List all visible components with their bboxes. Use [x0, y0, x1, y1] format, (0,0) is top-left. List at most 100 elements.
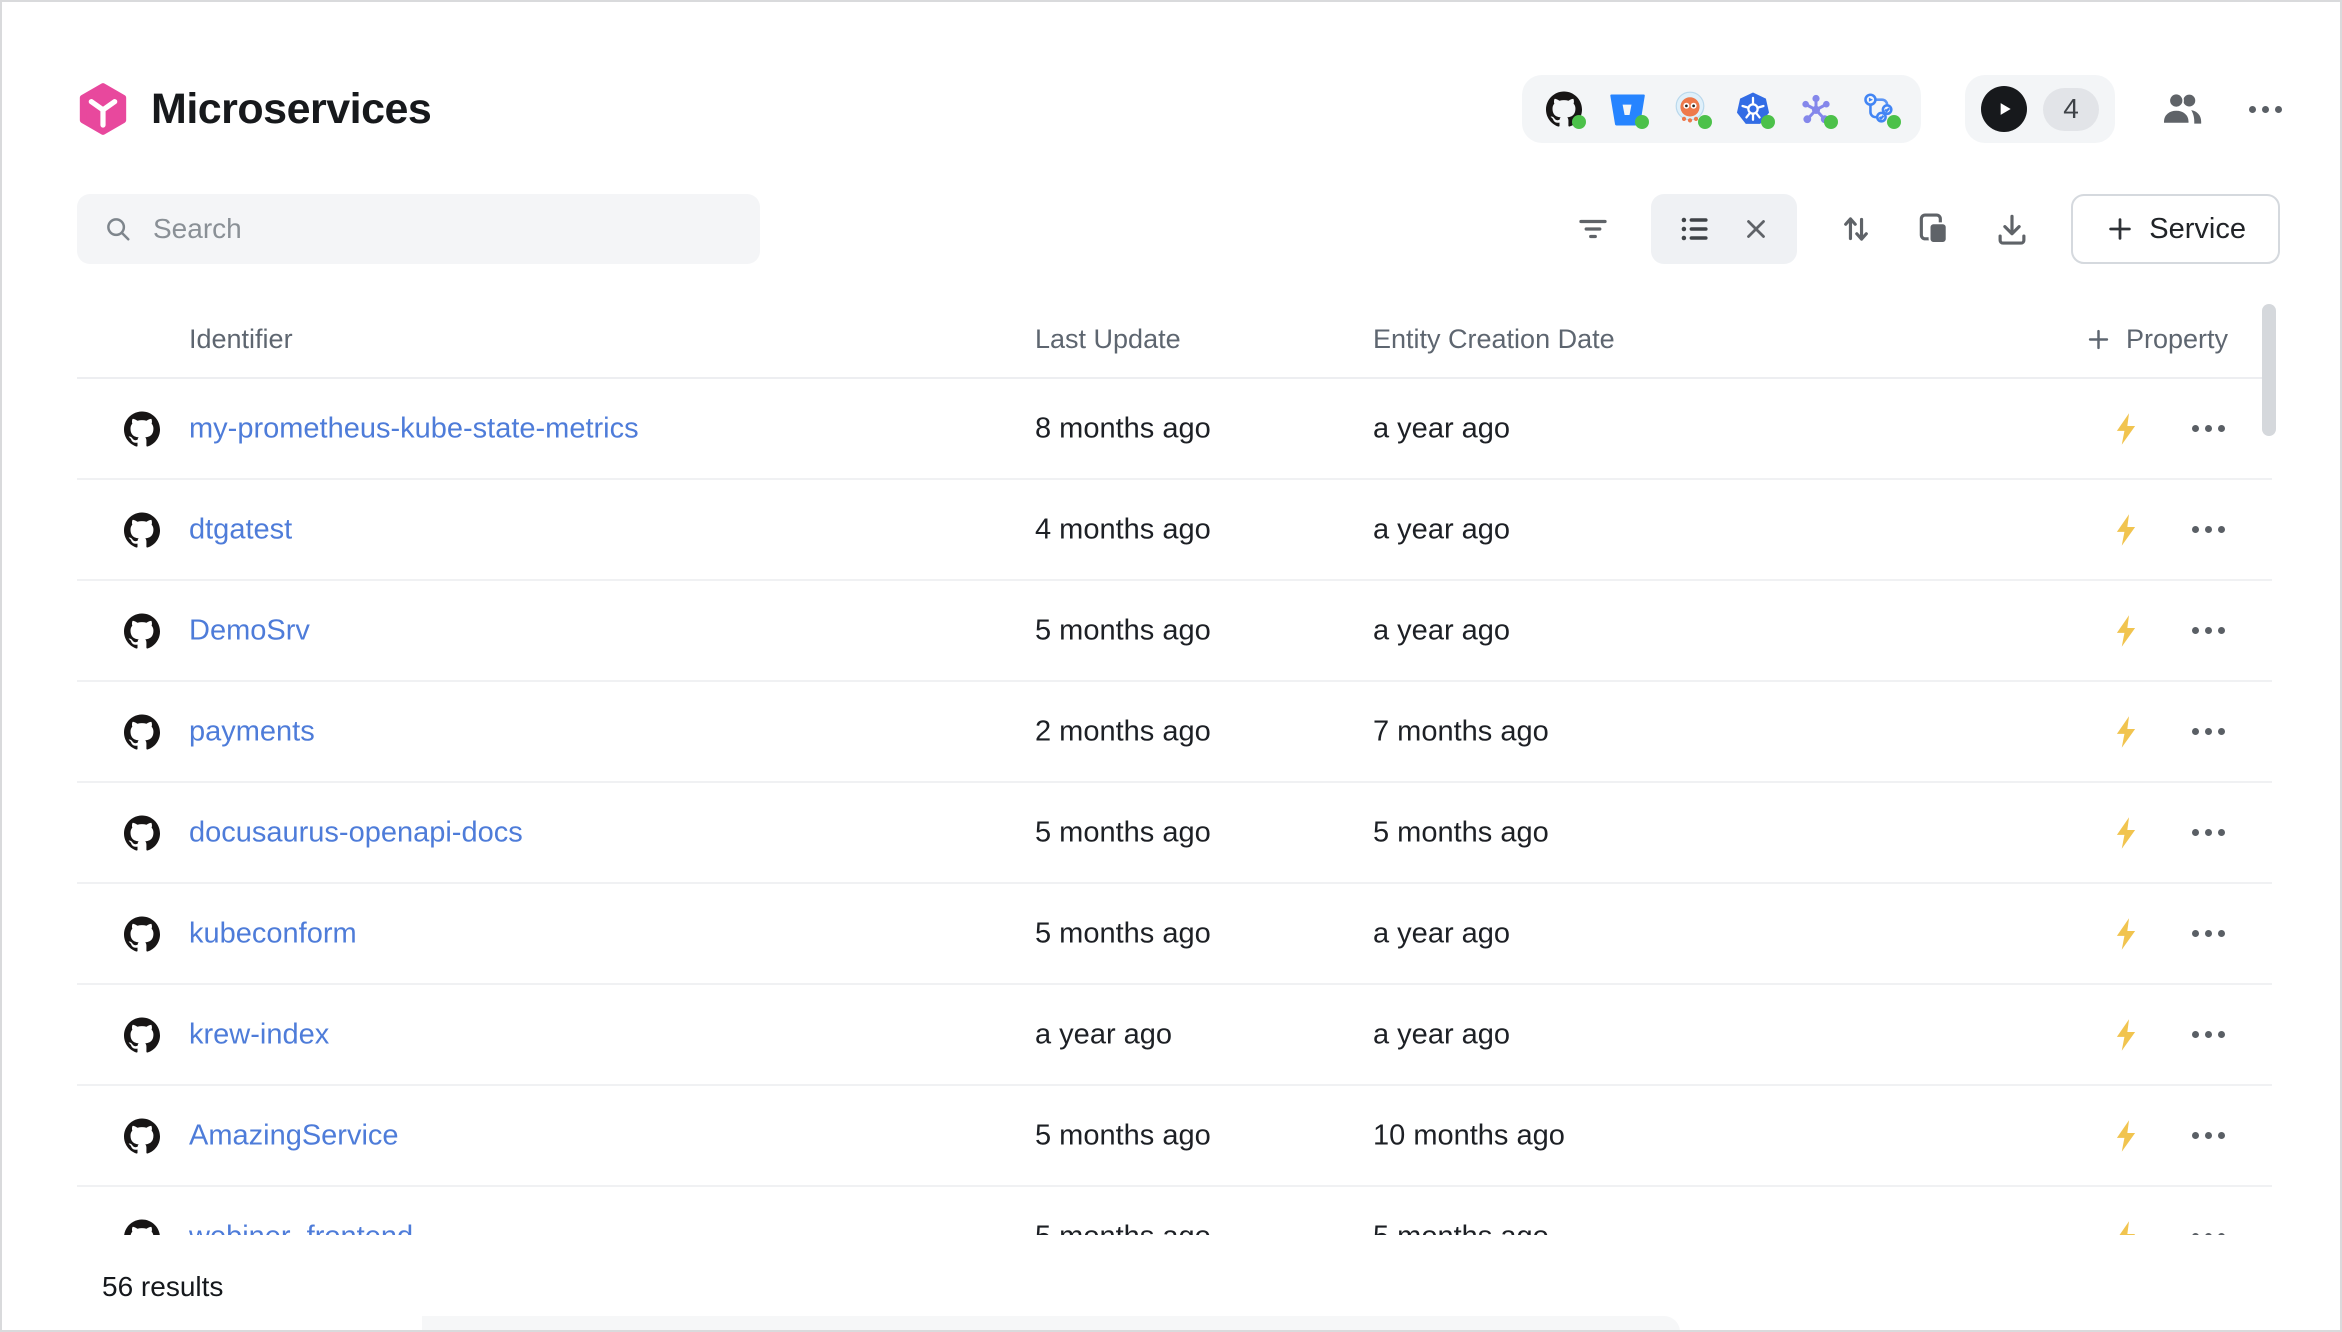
header-controls: 4: [1522, 75, 2282, 143]
status-dot: [1635, 115, 1649, 129]
github-icon: [124, 1219, 160, 1236]
page-menu-button[interactable]: [2249, 106, 2282, 113]
toolbar-actions: Service: [1575, 194, 2280, 264]
table-row: webiner_frontend 5 months ago 5 months a…: [77, 1187, 2272, 1235]
plus-icon: [2105, 214, 2135, 244]
lightning-icon: [2111, 412, 2141, 446]
row-menu-button[interactable]: [2185, 914, 2231, 954]
row-menu-button[interactable]: [2185, 409, 2231, 449]
row-menu-button[interactable]: [2185, 712, 2231, 752]
run-action-button[interactable]: [2107, 410, 2145, 448]
run-action-button[interactable]: [2107, 713, 2145, 751]
users-icon: [2159, 86, 2205, 132]
lightning-icon: [2111, 816, 2141, 850]
vertical-scrollbar[interactable]: [2262, 304, 2276, 436]
table-row: my-prometheus-kube-state-metrics 8 month…: [77, 379, 2272, 480]
export-button[interactable]: [1993, 210, 2031, 248]
kubernetes-integration-icon[interactable]: [1735, 91, 1771, 127]
integrations-pill: [1522, 75, 1921, 143]
last-update-cell: 5 months ago: [1035, 1119, 1211, 1152]
title-group: Microservices: [77, 83, 431, 135]
entity-identifier-link[interactable]: docusaurus-openapi-docs: [189, 816, 523, 849]
table-header-row: Identifier Last Update Entity Creation D…: [77, 302, 2272, 379]
row-menu-button[interactable]: [2185, 813, 2231, 853]
play-icon: [1981, 86, 2027, 132]
last-update-cell: 5 months ago: [1035, 614, 1211, 647]
entity-identifier-link[interactable]: dtgatest: [189, 513, 292, 546]
app-header: Microservices: [77, 74, 2282, 144]
view-toggle: [1651, 194, 1797, 264]
github-icon: [124, 916, 160, 952]
toolbar: Service: [77, 194, 2280, 264]
run-action-button[interactable]: [2107, 915, 2145, 953]
entities-table: Identifier Last Update Entity Creation D…: [77, 302, 2272, 1235]
column-header-identifier[interactable]: Identifier: [189, 324, 293, 355]
clear-view-button[interactable]: [1741, 214, 1771, 244]
group-by-button[interactable]: [1915, 210, 1953, 248]
run-action-button[interactable]: [2107, 511, 2145, 549]
status-dot: [1887, 115, 1901, 129]
graph-network-integration-icon[interactable]: [1798, 91, 1834, 127]
table-row: DemoSrv 5 months ago a year ago: [77, 581, 2272, 682]
entity-identifier-link[interactable]: my-prometheus-kube-state-metrics: [189, 412, 639, 445]
entity-identifier-link[interactable]: AmazingService: [189, 1119, 399, 1152]
add-property-button[interactable]: Property: [2085, 324, 2228, 355]
table-row: dtgatest 4 months ago a year ago: [77, 480, 2272, 581]
table-row: AmazingService 5 months ago 10 months ag…: [77, 1086, 2272, 1187]
row-menu-button[interactable]: [2185, 1015, 2231, 1055]
lightning-icon: [2111, 1018, 2141, 1052]
last-update-cell: 2 months ago: [1035, 715, 1211, 748]
runs-button[interactable]: 4: [1965, 75, 2115, 143]
last-update-cell: 5 months ago: [1035, 917, 1211, 950]
row-menu-button[interactable]: [2185, 611, 2231, 651]
run-action-button[interactable]: [2107, 1016, 2145, 1054]
ellipsis-icon: [2192, 1031, 2199, 1038]
run-action-button[interactable]: [2107, 814, 2145, 852]
run-action-button[interactable]: [2107, 612, 2145, 650]
lightning-icon: [2111, 917, 2141, 951]
entity-identifier-link[interactable]: krew-index: [189, 1018, 329, 1051]
users-button[interactable]: [2159, 86, 2205, 132]
lightning-icon: [2111, 715, 2141, 749]
run-action-button[interactable]: [2107, 1117, 2145, 1155]
entity-identifier-link[interactable]: payments: [189, 715, 315, 748]
entity-identifier-link[interactable]: DemoSrv: [189, 614, 310, 647]
github-icon: [124, 815, 160, 851]
table-body: my-prometheus-kube-state-metrics 8 month…: [77, 379, 2272, 1235]
argocd-integration-icon[interactable]: [1672, 91, 1708, 127]
search-input[interactable]: [153, 213, 734, 245]
search-box: [77, 194, 760, 264]
status-dot: [1761, 115, 1775, 129]
column-header-entity-creation-date[interactable]: Entity Creation Date: [1373, 324, 1615, 355]
add-property-label: Property: [2126, 324, 2228, 355]
filter-button[interactable]: [1575, 211, 1611, 247]
add-service-label: Service: [2149, 213, 2246, 246]
creation-date-cell: 5 months ago: [1373, 816, 1549, 849]
column-header-last-update[interactable]: Last Update: [1035, 324, 1181, 355]
list-view-button[interactable]: [1677, 211, 1713, 247]
last-update-cell: 5 months ago: [1035, 1220, 1211, 1235]
status-dot: [1824, 115, 1838, 129]
status-dot: [1572, 115, 1586, 129]
results-footer: 56 results: [2, 1235, 2340, 1332]
creation-date-cell: a year ago: [1373, 917, 1510, 950]
github-integration-icon[interactable]: [1546, 91, 1582, 127]
run-action-button[interactable]: [2107, 1218, 2145, 1236]
add-service-button[interactable]: Service: [2071, 194, 2280, 264]
ellipsis-icon: [2192, 829, 2199, 836]
bitbucket-integration-icon[interactable]: [1609, 91, 1645, 127]
page-title: Microservices: [151, 85, 431, 134]
row-menu-button[interactable]: [2185, 1116, 2231, 1156]
pipeline-integration-icon[interactable]: [1861, 91, 1897, 127]
catalog-page: Microservices: [0, 0, 2342, 1332]
row-menu-button[interactable]: [2185, 1217, 2231, 1236]
list-icon: [1677, 211, 1713, 247]
table-row: docusaurus-openapi-docs 5 months ago 5 m…: [77, 783, 2272, 884]
ellipsis-icon: [2192, 627, 2199, 634]
entity-identifier-link[interactable]: webiner_frontend: [189, 1220, 413, 1235]
lightning-icon: [2111, 614, 2141, 648]
entity-identifier-link[interactable]: kubeconform: [189, 917, 357, 950]
microservice-blueprint-icon: [77, 83, 129, 135]
row-menu-button[interactable]: [2185, 510, 2231, 550]
sort-button[interactable]: [1837, 210, 1875, 248]
